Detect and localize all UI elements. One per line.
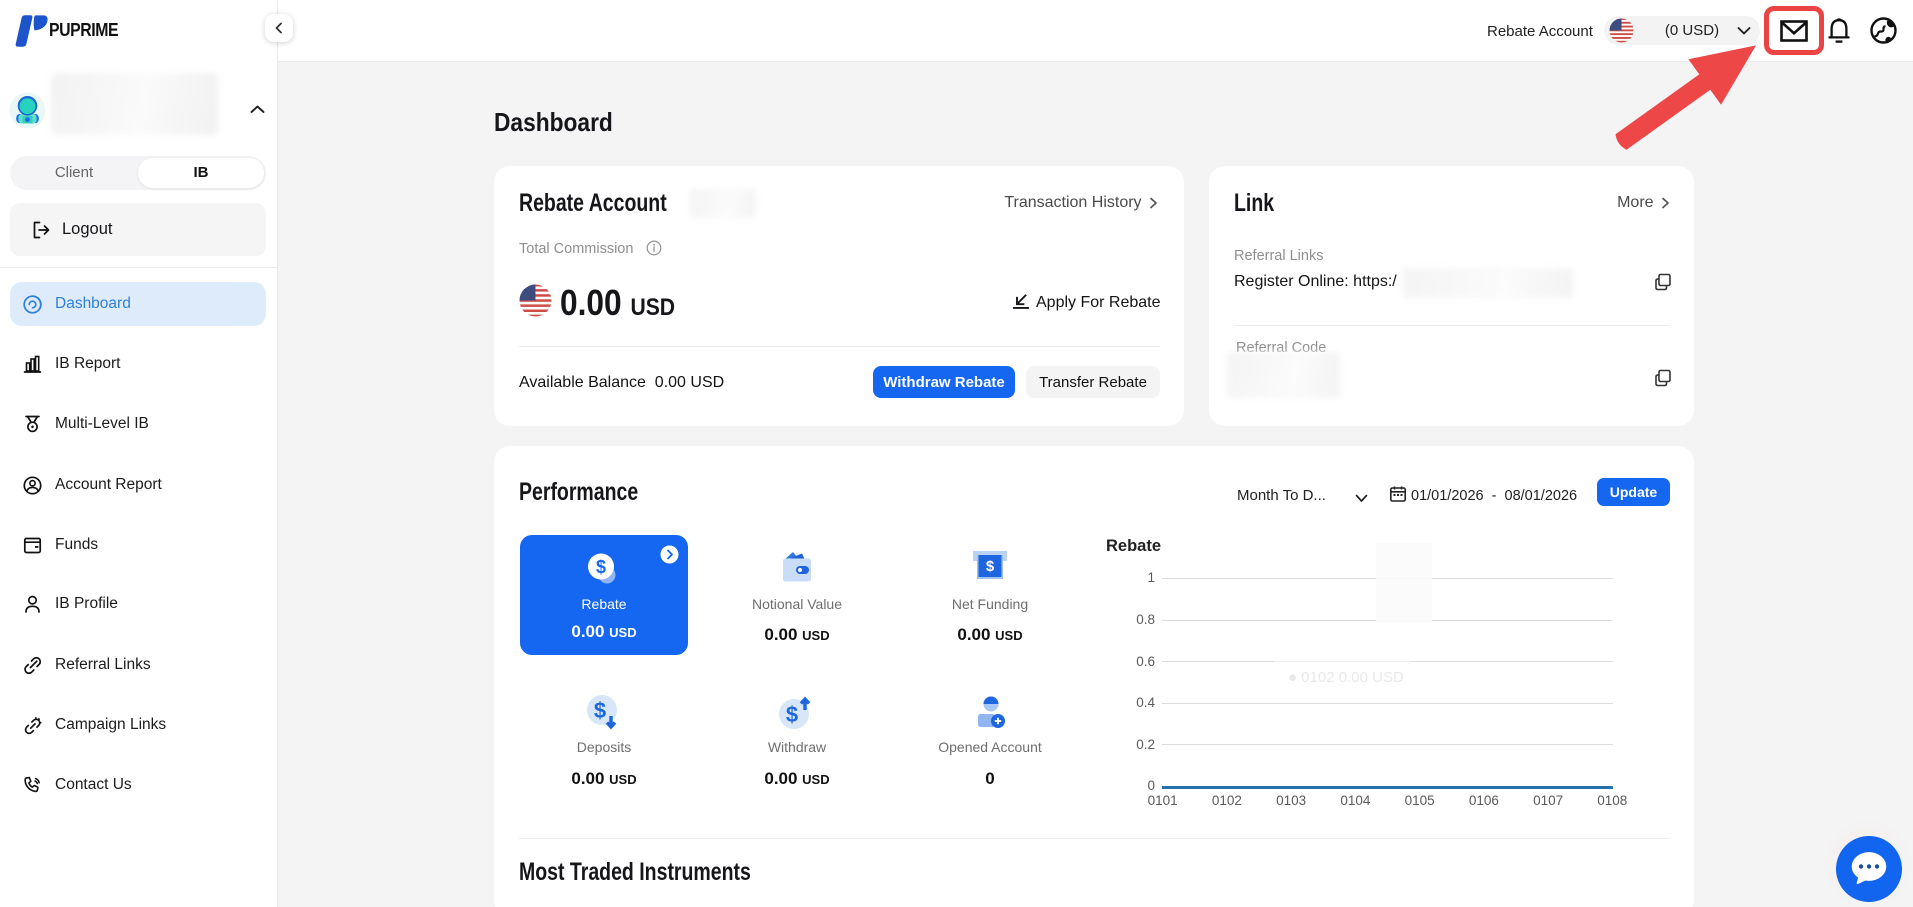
svg-text:$: $ [786,702,798,727]
svg-text:$: $ [986,558,995,575]
svg-text:$: $ [594,698,606,723]
svg-text:$: $ [596,557,606,577]
